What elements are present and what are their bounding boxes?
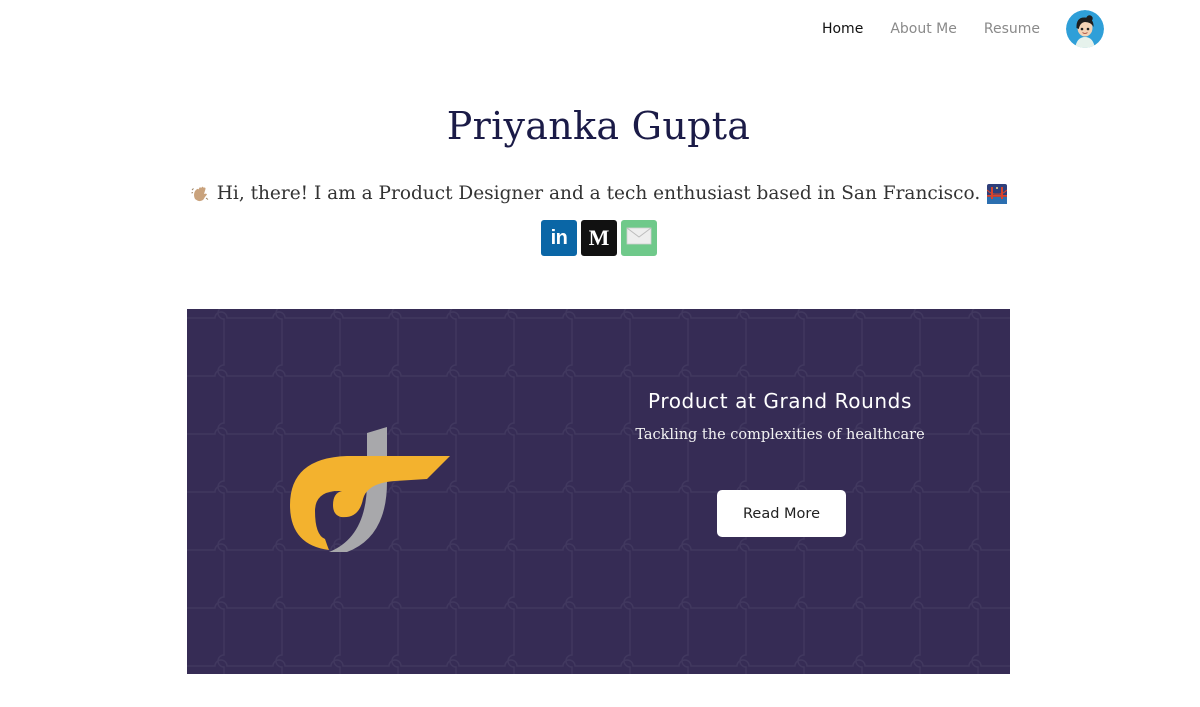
waving-hand-icon [190,184,210,204]
medium-link[interactable]: M [581,220,617,256]
golden-gate-bridge-icon [986,183,1008,204]
card-title: Product at Grand Rounds [648,389,912,413]
linkedin-icon: in [550,226,568,249]
read-more-button[interactable]: Read More [717,490,846,537]
tagline-text: Hi, there! I am a Product Designer and a… [216,183,981,204]
top-nav: Home About Me Resume [795,0,1104,58]
card-subtitle: Tackling the complexities of healthcare [635,427,925,443]
linkedin-link[interactable]: in [541,220,577,256]
email-link[interactable] [621,220,657,256]
project-card-grand-rounds[interactable]: Product at Grand Rounds Tackling the com… [187,309,1010,674]
nav-resume[interactable]: Resume [984,21,1040,37]
hero-tagline: Hi, there! I am a Product Designer and a… [0,183,1197,204]
nav-about-me[interactable]: About Me [890,21,957,37]
medium-icon: M [588,225,610,250]
social-links: in M [541,220,657,256]
grand-rounds-logo-icon [290,427,450,552]
nav-home[interactable]: Home [822,21,863,37]
page-title: Priyanka Gupta [446,104,751,148]
mail-icon [626,226,652,251]
profile-avatar-icon[interactable] [1066,10,1104,48]
